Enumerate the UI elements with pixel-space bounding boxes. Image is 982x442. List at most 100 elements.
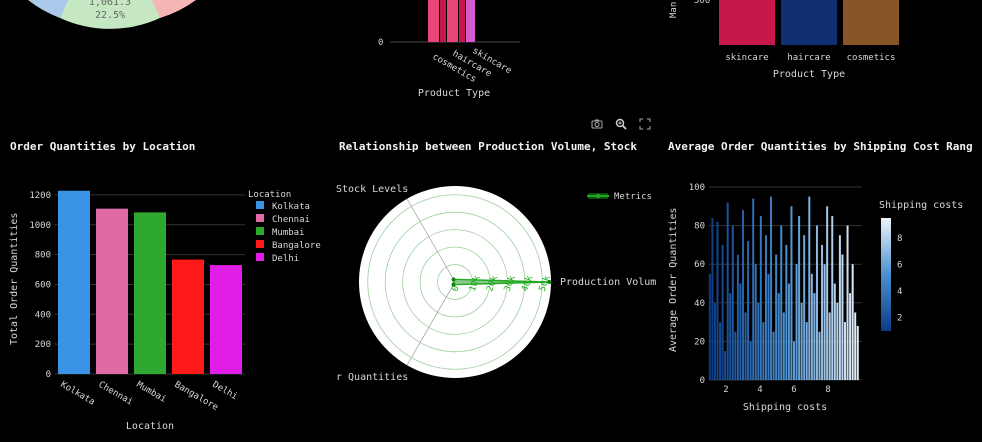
bar[interactable] [739, 283, 742, 381]
bar-haircare[interactable] [781, 0, 837, 45]
manufacturing-bars-chart: Man 500 skincare haircare cosmetics Prod… [669, 0, 899, 80]
bar[interactable] [744, 312, 747, 380]
bar[interactable] [800, 302, 803, 380]
bar[interactable] [833, 283, 836, 381]
radar-point[interactable] [451, 282, 456, 287]
bar[interactable] [785, 244, 788, 380]
bar[interactable] [754, 264, 757, 380]
bar[interactable] [851, 264, 854, 380]
autoscale-icon[interactable] [638, 118, 652, 132]
bar[interactable] [711, 217, 714, 380]
bar-mumbai[interactable] [134, 212, 166, 374]
bar[interactable] [777, 293, 780, 380]
legend-swatch[interactable] [256, 253, 264, 261]
y-tick: 80 [694, 222, 705, 232]
legend-swatch[interactable] [256, 201, 264, 209]
bar[interactable] [736, 254, 739, 380]
bar-stripe-1[interactable] [440, 0, 446, 42]
bar[interactable] [782, 312, 785, 380]
bar-kolkata[interactable] [58, 190, 90, 374]
bar[interactable] [762, 322, 765, 380]
bar[interactable] [854, 312, 857, 380]
bar[interactable] [752, 198, 755, 380]
bar-skincare[interactable] [719, 0, 775, 45]
bar[interactable] [838, 235, 841, 380]
bar[interactable] [747, 241, 750, 380]
bar[interactable] [749, 341, 752, 380]
legend-item[interactable]: Delhi [272, 254, 299, 264]
bar-bangalore[interactable] [172, 259, 204, 374]
bar[interactable] [726, 202, 729, 380]
colorbar[interactable] [881, 218, 891, 331]
bar[interactable] [721, 244, 724, 380]
bar[interactable] [813, 293, 816, 380]
bar-delhi[interactable] [210, 265, 242, 374]
radar-point[interactable] [451, 277, 456, 282]
bar[interactable] [805, 322, 808, 380]
bar[interactable] [729, 293, 732, 380]
bar[interactable] [828, 312, 831, 380]
bar[interactable] [849, 293, 852, 380]
bar[interactable] [846, 225, 849, 380]
bar[interactable] [810, 273, 813, 380]
bar-cosmetics[interactable] [843, 0, 899, 45]
bar[interactable] [793, 341, 795, 380]
bar[interactable] [831, 215, 834, 380]
bar[interactable] [757, 302, 760, 380]
bar[interactable] [856, 325, 859, 380]
legend[interactable]: Metrics [587, 192, 652, 202]
legend-item[interactable]: Kolkata [272, 202, 310, 212]
bar[interactable] [772, 331, 775, 380]
legend-swatch[interactable] [256, 214, 264, 222]
bar[interactable] [716, 221, 719, 380]
production-stock-radar-chart: Relationship between Production Volume, … [336, 140, 656, 383]
bar[interactable] [724, 351, 727, 380]
radar-point[interactable] [547, 280, 552, 284]
bar[interactable] [780, 225, 783, 380]
bar[interactable] [826, 206, 829, 380]
bar[interactable] [734, 331, 737, 380]
bar[interactable] [731, 225, 734, 380]
bar[interactable] [818, 331, 821, 380]
legend-item[interactable]: Chennai [272, 215, 310, 225]
bar[interactable] [808, 196, 811, 380]
y-tick: 1200 [29, 191, 51, 201]
bar[interactable] [770, 196, 773, 380]
bar[interactable] [790, 206, 793, 380]
bar-skincare[interactable] [466, 0, 475, 42]
bar[interactable] [841, 254, 844, 380]
legend-swatch[interactable] [256, 227, 264, 235]
y-tick: 40 [694, 299, 705, 309]
x-axis-label: Product Type [418, 88, 490, 99]
bar-haircare[interactable] [447, 0, 458, 42]
legend-swatch[interactable] [256, 240, 264, 248]
bar[interactable] [764, 235, 767, 380]
bar[interactable] [719, 322, 722, 380]
bar[interactable] [821, 244, 824, 380]
bar[interactable] [815, 225, 818, 380]
bar[interactable] [713, 302, 716, 380]
legend-item[interactable]: Bangalore [272, 241, 321, 251]
y-tick: 400 [35, 310, 51, 320]
bar-cosmetics[interactable] [428, 0, 439, 42]
bar[interactable] [767, 273, 770, 380]
bar[interactable] [823, 264, 826, 380]
bar[interactable] [759, 215, 762, 380]
camera-icon[interactable] [590, 118, 604, 132]
bar-stripe-2[interactable] [459, 0, 465, 42]
x-tick: Mumbai [135, 380, 168, 405]
bar[interactable] [803, 235, 806, 380]
legend-item[interactable]: Mumbai [272, 228, 305, 238]
colorbar-tick: 4 [897, 287, 902, 297]
bar[interactable] [844, 322, 846, 380]
chart-title: Order Quantities by Location [10, 140, 195, 153]
zoom-icon[interactable] [614, 118, 628, 132]
bar[interactable] [742, 210, 744, 380]
bar[interactable] [787, 283, 790, 381]
bar[interactable] [836, 302, 839, 380]
bar[interactable] [798, 215, 801, 380]
bar[interactable] [708, 273, 711, 380]
bar[interactable] [795, 264, 798, 380]
bar-chennai[interactable] [96, 208, 128, 374]
bar[interactable] [775, 254, 778, 380]
